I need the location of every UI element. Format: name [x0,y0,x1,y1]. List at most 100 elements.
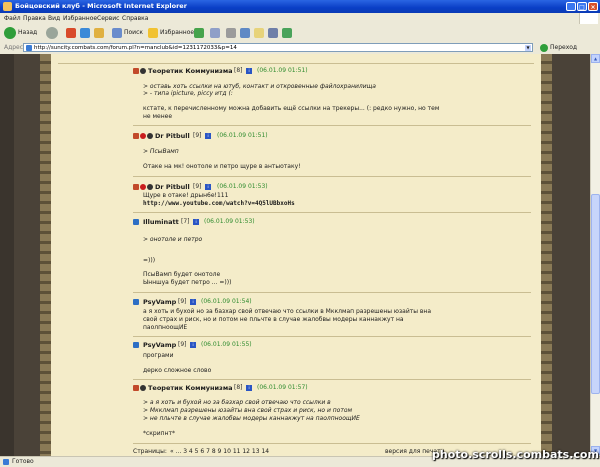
history-icon [194,28,204,38]
post-header: Теоретик Коммунизма [8] i (06.01.09 01:5… [58,67,534,75]
edit-button[interactable] [240,27,252,39]
youtube-link[interactable]: http://www.youtube.com/watch?v=4Q5lUBbxo… [143,200,295,207]
info-icon[interactable]: i [246,68,252,74]
post-author[interactable]: Dr Pitbull [155,183,190,191]
info-icon[interactable]: i [193,219,199,225]
menu-view[interactable]: Вид [48,14,60,23]
post-header: PsyVamp [9] i (06.01.09 01:55) [58,341,534,349]
info-icon[interactable]: i [205,133,211,139]
post-level: [8] [234,384,243,391]
menu-edit[interactable]: Правка [23,14,46,23]
page-icon [26,45,32,51]
maximize-button[interactable]: □ [577,2,587,11]
post-line: дерко сложное слово [143,367,212,374]
watermark: photo.scrolls.combats.com [432,448,599,461]
post-time: (06.01.09 01:57) [257,384,308,391]
post-author[interactable]: Теоретик Коммунизма [148,384,233,392]
post-level: [9] [178,298,187,305]
post-author[interactable]: PsyVamp [143,298,176,306]
post-header: Illuminatt [7] i (06.01.09 01:53) [58,218,534,226]
alignment-icon [140,184,146,190]
post-line: ПсыВамп будет онотоле [143,271,221,278]
forum-post: Теоретик Коммунизма [8] i (06.01.09 01:5… [58,67,534,75]
post-line: Отаке на мк! онотоле и петро щуре в анты… [143,163,301,170]
post-separator [133,125,531,126]
pager-links[interactable]: « ... 3 4 5 6 7 8 9 10 11 12 13 14 [170,448,269,455]
post-time: (06.01.09 01:53) [204,218,255,225]
post-line: Ынншуа будет петро ... =))) [143,279,232,286]
go-label: Переход [550,44,578,51]
menu-file[interactable]: Файл [4,14,21,23]
window-titlebar[interactable]: Бойцовский клуб - Microsoft Internet Exp… [0,0,600,13]
post-author[interactable]: PsyVamp [143,341,176,349]
forum-panel [51,54,541,456]
post-separator [133,379,531,380]
page-viewport [0,54,590,456]
clan-emblem-icon [133,184,139,190]
research-button[interactable] [268,27,280,39]
scroll-up-icon[interactable]: ▲ [591,54,600,63]
post-author[interactable]: Теоретик Коммунизма [148,67,233,75]
cross-icon [133,299,139,305]
research-icon [268,28,278,38]
clan-emblem-icon [133,385,139,391]
menu-favorites[interactable]: Избранное [63,14,97,23]
post-separator [133,292,531,293]
mail-button[interactable] [210,27,222,39]
post-line: > онотоле и петро [143,236,203,243]
back-label: Назад [18,29,38,36]
post-level: [7] [181,218,190,225]
search-icon [112,28,122,38]
post-line: Щуре в отаке! дрын6е!111 [143,192,229,199]
discuss-button[interactable] [254,27,266,39]
edit-icon [240,28,250,38]
alignment-icon [140,133,146,139]
post-line: *скрипнт* [143,430,175,437]
history-button[interactable] [194,27,206,39]
address-input[interactable]: http://suncity.combats.com/forum.pl?n=ma… [23,43,533,52]
alignment-icon [140,68,146,74]
info-icon[interactable]: i [190,299,196,305]
post-separator [133,443,531,444]
search-button[interactable]: Поиск [112,27,146,39]
forum-post: PsyVamp [9] i (06.01.09 01:55) [58,341,534,349]
post-line: > не пльчте в случае жалобвы модеры канн… [143,415,360,422]
address-dropdown-icon[interactable]: ▼ [525,45,531,51]
menu-tools[interactable]: Сервис [97,14,119,23]
info-icon[interactable]: i [205,184,211,190]
info-icon[interactable]: i [246,385,252,391]
alignment-icon [140,385,146,391]
post-level: [9] [193,132,202,139]
post-line: свой страх и риск, но и потом не пльчте … [143,316,404,323]
messenger-icon [282,28,292,38]
post-author[interactable]: Dr Pitbull [155,132,190,140]
address-url: http://suncity.combats.com/forum.pl?n=ma… [34,45,237,51]
back-button[interactable]: Назад [4,27,44,39]
home-icon [94,28,104,38]
vertical-scrollbar[interactable]: ▲ ▼ [590,54,600,456]
window-title: Бойцовский клуб - Microsoft Internet Exp… [15,2,187,10]
minimize-button[interactable]: _ [566,2,576,11]
post-line: а я хоть и бухой но за базхар свой отвеч… [143,308,431,315]
menu-help[interactable]: Справка [122,14,148,23]
messenger-button[interactable] [282,27,294,39]
post-time: (06.01.09 01:55) [201,341,252,348]
post-level: [9] [193,183,202,190]
scroll-thumb[interactable] [591,194,600,394]
home-button[interactable] [94,27,106,39]
forward-button[interactable] [46,27,60,39]
post-level: [8] [234,67,243,74]
favorites-label: Избранное [160,29,195,36]
post-time: (06.01.09 01:53) [217,183,268,190]
print-button[interactable] [226,27,238,39]
stop-button[interactable] [66,27,78,39]
info-icon[interactable]: i [190,342,196,348]
left-background-strip [0,54,14,456]
post-author[interactable]: Illuminatt [143,218,179,226]
post-line: =))) [143,257,156,264]
refresh-button[interactable] [80,27,92,39]
favorites-button[interactable]: Избранное [148,27,195,39]
close-button[interactable]: × [588,2,598,11]
windows-logo-icon [579,13,598,24]
post-time: (06.01.09 01:54) [201,298,252,305]
